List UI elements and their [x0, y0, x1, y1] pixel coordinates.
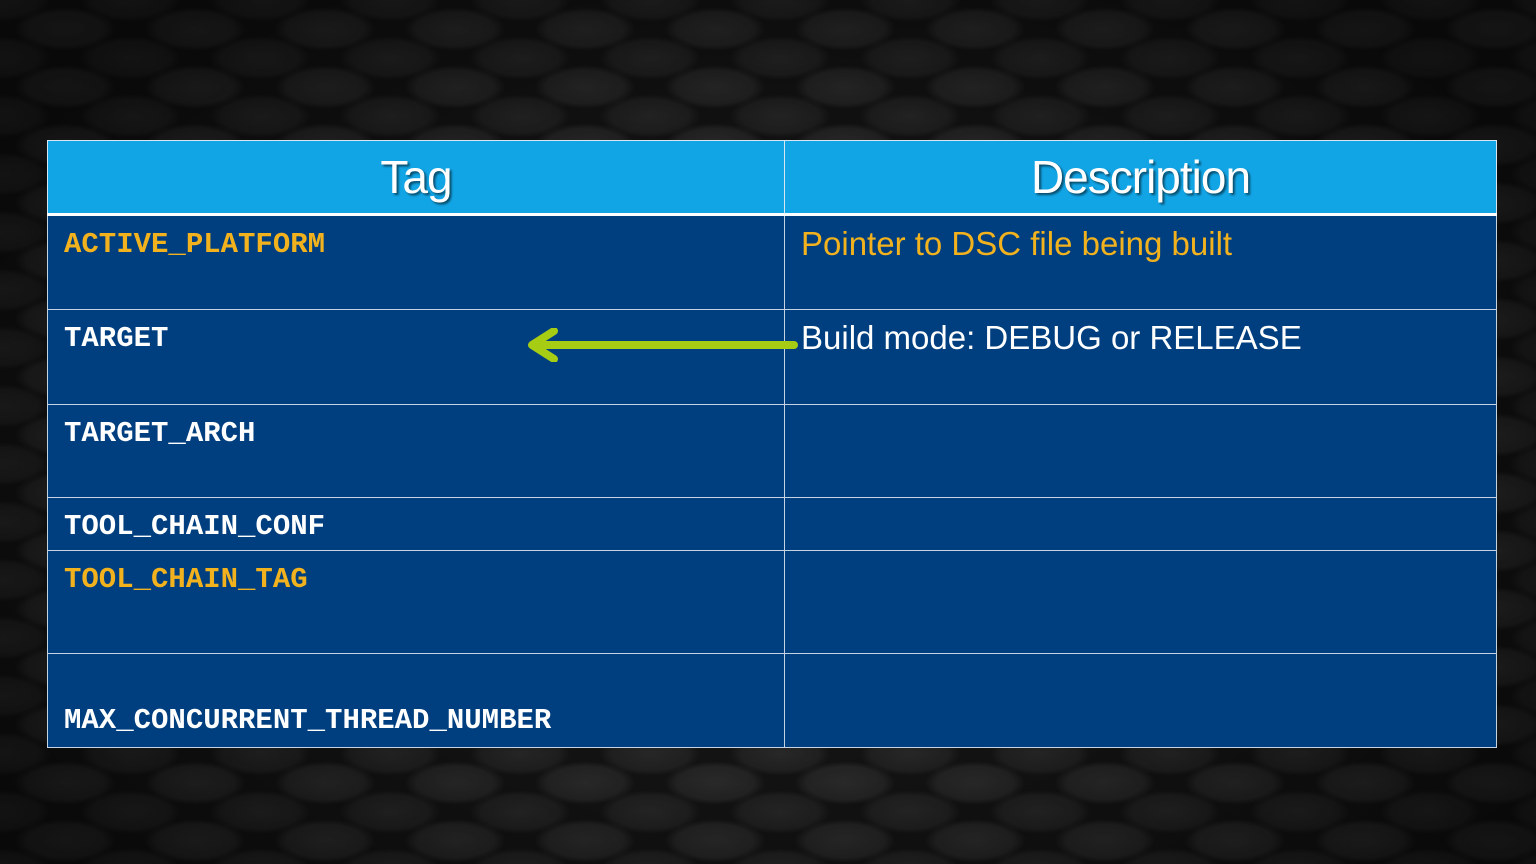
header-description: Description — [784, 140, 1497, 216]
tag-active-platform: ACTIVE_PLATFORM — [47, 214, 785, 310]
description-active-platform: Pointer to DSC file being built — [784, 214, 1497, 310]
table-row: ACTIVE_PLATFORM Pointer to DSC file bein… — [47, 214, 1497, 310]
tag-tool-chain-tag: TOOL_CHAIN_TAG — [47, 550, 785, 654]
arrow-left-icon — [528, 328, 798, 362]
description-max-concurrent-thread-number — [784, 653, 1497, 748]
description-tool-chain-tag — [784, 550, 1497, 654]
tag-target-arch: TARGET_ARCH — [47, 404, 785, 498]
tag-target: TARGET — [64, 322, 169, 355]
description-tool-chain-conf — [784, 497, 1497, 551]
table-row: TOOL_CHAIN_CONF — [47, 497, 1497, 551]
description-target: Build mode: DEBUG or RELEASE — [784, 309, 1497, 405]
tag-target-cell: TARGET — [47, 309, 798, 405]
table-row: TOOL_CHAIN_TAG — [47, 550, 1497, 654]
table-row: MAX_CONCURRENT_THREAD_NUMBER — [47, 653, 1497, 748]
header-tag: Tag — [47, 140, 785, 216]
tag-max-concurrent-thread-number: MAX_CONCURRENT_THREAD_NUMBER — [47, 653, 785, 748]
table-row: TARGET_ARCH — [47, 404, 1497, 498]
description-target-arch — [784, 404, 1497, 498]
tag-description-table: Tag Description ACTIVE_PLATFORM Pointer … — [47, 140, 1497, 748]
table-row: TARGET Build mode: DEBUG or RELEASE — [47, 309, 1497, 405]
table-header-row: Tag Description — [47, 140, 1497, 216]
tag-tool-chain-conf: TOOL_CHAIN_CONF — [47, 497, 785, 551]
